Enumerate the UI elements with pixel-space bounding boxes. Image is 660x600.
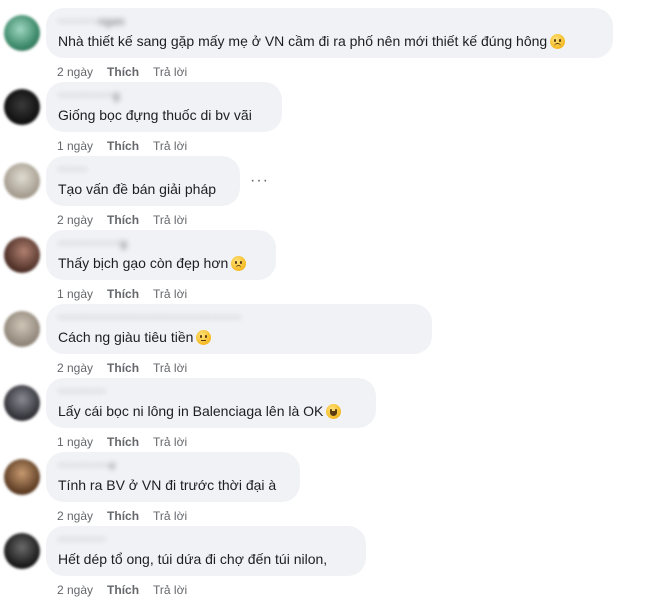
- avatar[interactable]: [4, 237, 40, 273]
- reply-button[interactable]: Trả lời: [153, 583, 187, 597]
- commenter-name[interactable]: ···············g: [58, 90, 270, 102]
- comment-bubble: ········································…: [46, 304, 432, 354]
- reply-button[interactable]: Trả lời: [153, 435, 187, 449]
- like-button[interactable]: Thích: [107, 287, 139, 301]
- comment-actions: 1 ngày Thích Trả lời: [57, 139, 201, 153]
- commenter-name[interactable]: ···········ngan: [58, 16, 601, 28]
- avatar[interactable]: [4, 15, 40, 51]
- comment-text: Tạo vấn đề bán giải pháp: [58, 181, 217, 197]
- comment-actions: 2 ngày Thích Trả lời: [57, 65, 201, 79]
- reply-button[interactable]: Trả lời: [153, 139, 187, 153]
- comment-item: ········································…: [0, 304, 660, 378]
- face-with-rolling-eyes-icon: [196, 330, 212, 345]
- avatar[interactable]: [4, 311, 40, 347]
- avatar[interactable]: [4, 385, 40, 421]
- avatar[interactable]: [4, 163, 40, 199]
- grinning-squinting-face-icon: [326, 404, 342, 419]
- comment-item: ············· Lấy cái bọc ni lông in Bal…: [0, 378, 660, 452]
- commenter-name[interactable]: ·············: [58, 534, 354, 546]
- comment-item: ············· Hết dép tổ ong, túi dứa đi…: [0, 526, 660, 600]
- reply-button[interactable]: Trả lời: [153, 361, 187, 375]
- comment-text: Tính ra BV ở VN đi trước thời đại à: [58, 477, 277, 493]
- reply-button[interactable]: Trả lời: [153, 65, 187, 79]
- comment-actions: 2 ngày Thích Trả lời: [57, 583, 201, 597]
- worried-face-icon: [231, 256, 247, 271]
- comment-actions: 2 ngày Thích Trả lời: [57, 361, 201, 375]
- comment-bubble: ···············g Giống bọc đựng thuốc di…: [46, 82, 282, 132]
- comment-text: Nhà thiết kế sang gặp mấy mẹ ở VN cầm đi…: [58, 32, 601, 50]
- commenter-name[interactable]: ········: [58, 164, 228, 176]
- like-button[interactable]: Thích: [107, 213, 139, 227]
- commenter-name[interactable]: ·················g: [58, 238, 264, 250]
- comment-bubble: ············· Hết dép tổ ong, túi dứa đi…: [46, 526, 366, 576]
- commenter-name[interactable]: ········································…: [58, 312, 420, 324]
- like-button[interactable]: Thích: [107, 361, 139, 375]
- reply-button[interactable]: Trả lời: [153, 287, 187, 301]
- comment-bubble: ············· Lấy cái bọc ni lông in Bal…: [46, 378, 376, 428]
- comment-time[interactable]: 2 ngày: [57, 65, 93, 79]
- comment-time[interactable]: 2 ngày: [57, 213, 93, 227]
- like-button[interactable]: Thích: [107, 65, 139, 79]
- comment-time[interactable]: 1 ngày: [57, 139, 93, 153]
- avatar[interactable]: [4, 89, 40, 125]
- comment-bubble: ···········ngan Nhà thiết kế sang gặp mấ…: [46, 8, 613, 58]
- avatar[interactable]: [4, 533, 40, 569]
- like-button[interactable]: Thích: [107, 509, 139, 523]
- commenter-name[interactable]: ·············: [58, 386, 364, 398]
- slightly-frowning-face-icon: [550, 34, 566, 49]
- comment-actions: 1 ngày Thích Trả lời: [57, 287, 201, 301]
- comment-text: Thấy bịch gạo còn đẹp hơn: [58, 254, 264, 272]
- avatar[interactable]: [4, 459, 40, 495]
- comment-bubble: ·················g Thấy bịch gạo còn đẹp…: [46, 230, 276, 280]
- like-button[interactable]: Thích: [107, 139, 139, 153]
- comment-time[interactable]: 2 ngày: [57, 583, 93, 597]
- comment-item: ··············e Tính ra BV ở VN đi trước…: [0, 452, 660, 526]
- comment-item: ···········ngan Nhà thiết kế sang gặp mấ…: [0, 8, 660, 82]
- comment-time[interactable]: 2 ngày: [57, 361, 93, 375]
- reply-button[interactable]: Trả lời: [153, 509, 187, 523]
- more-horizontal-icon[interactable]: ···: [250, 172, 269, 190]
- comment-actions: 2 ngày Thích Trả lời: [57, 213, 201, 227]
- comment-time[interactable]: 1 ngày: [57, 435, 93, 449]
- reply-button[interactable]: Trả lời: [153, 213, 187, 227]
- comment-actions: 1 ngày Thích Trả lời: [57, 435, 201, 449]
- comment-actions: 2 ngày Thích Trả lời: [57, 509, 201, 523]
- comment-item: ········ Tạo vấn đề bán giải pháp ··· 2 …: [0, 156, 660, 230]
- comment-time[interactable]: 2 ngày: [57, 509, 93, 523]
- comment-text: Cách ng giàu tiêu tiền: [58, 328, 420, 346]
- like-button[interactable]: Thích: [107, 435, 139, 449]
- comment-text: Giống bọc đựng thuốc di bv vãi: [58, 107, 252, 123]
- comment-text: Hết dép tổ ong, túi dứa đi chợ đến túi n…: [58, 551, 328, 567]
- comment-bubble: ··············e Tính ra BV ở VN đi trước…: [46, 452, 300, 502]
- like-button[interactable]: Thích: [107, 583, 139, 597]
- comment-item: ·················g Thấy bịch gạo còn đẹp…: [0, 230, 660, 304]
- comment-bubble: ········ Tạo vấn đề bán giải pháp: [46, 156, 240, 206]
- comment-time[interactable]: 1 ngày: [57, 287, 93, 301]
- comment-item: ···············g Giống bọc đựng thuốc di…: [0, 82, 660, 156]
- commenter-name[interactable]: ··············e: [58, 460, 288, 472]
- comment-text: Lấy cái bọc ni lông in Balenciaga lên là…: [58, 402, 364, 420]
